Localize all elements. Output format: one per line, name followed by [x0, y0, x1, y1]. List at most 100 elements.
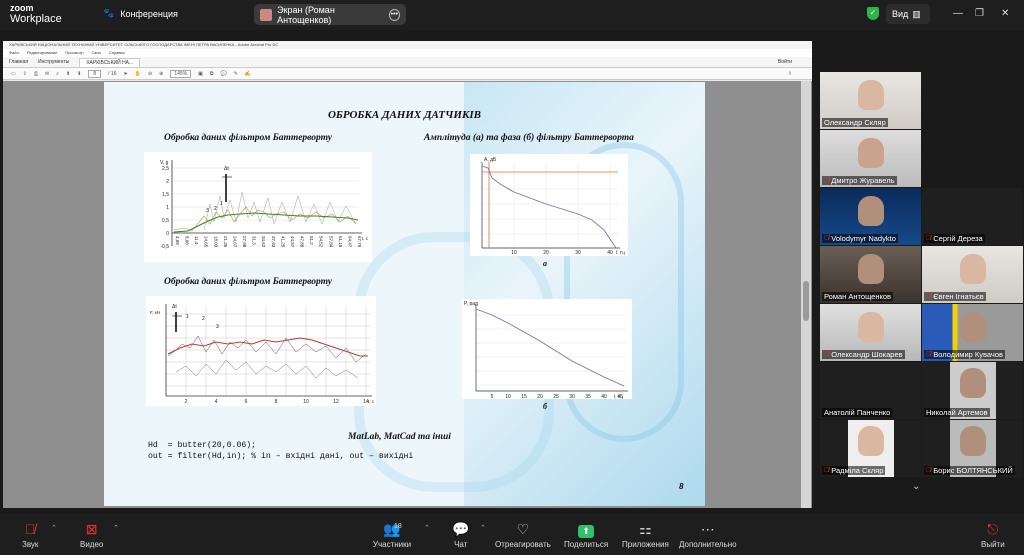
apps-label: Приложения — [622, 540, 669, 549]
zoom-out-icon[interactable]: ⊖ — [148, 71, 152, 77]
open-icon[interactable]: ▭ — [11, 71, 16, 77]
participants-caret-icon[interactable]: ⌃ — [424, 524, 430, 532]
chart-b-xtick: 40 — [601, 394, 607, 399]
chevron-down-icon[interactable]: ⌄ — [912, 481, 920, 492]
participants-button[interactable]: 👥 18 Участники — [372, 520, 412, 549]
crop-icon[interactable]: ⧉ — [210, 71, 214, 77]
chat-icon: 💬 — [452, 521, 470, 537]
participant-tile[interactable]: 🎙̸ Борис БОЛТЯНСЬКИЙ — [922, 420, 1023, 477]
cursor-icon[interactable]: ➤ — [124, 71, 128, 77]
chat-button[interactable]: 💬 Чат — [452, 520, 469, 549]
participant-tile[interactable]: 🎙̸ Радміла Скляр — [820, 420, 921, 477]
chart1-xtick: 64,47 — [347, 236, 352, 248]
participant-tile[interactable]: 🎙̸ Володимир Кувачов — [922, 304, 1023, 361]
leave-button[interactable]: ⎋ Выйти — [981, 520, 1005, 549]
participant-tile[interactable]: Анатолій Панченко — [820, 362, 921, 419]
top-bar: zoom Workplace 🐾 Конференция Экран (Рома… — [0, 0, 1024, 30]
menu-help[interactable]: Справка — [109, 49, 125, 57]
camera-off-icon: ⊠ — [85, 521, 98, 537]
chart2-annotation: Δt — [172, 304, 177, 310]
print-icon[interactable]: ⎙ — [34, 71, 38, 77]
upload-icon[interactable]: ⇪ — [23, 71, 27, 77]
mail-icon[interactable]: ✉ — [45, 71, 49, 77]
participant-tile[interactable]: 🎙̸ Дмитро Журавель — [820, 130, 921, 187]
menu-file[interactable]: Файл — [9, 49, 19, 57]
menu-edit[interactable]: Редактирование — [27, 49, 57, 57]
participant-tile[interactable]: Олександр Скляр — [820, 72, 921, 129]
page-number-input[interactable]: 8 — [88, 69, 102, 78]
prev-page-icon[interactable]: ⬆ — [66, 71, 70, 77]
security-shield-icon[interactable]: ✓ — [867, 7, 879, 20]
acrobat-title-bar: ХАРКІВСЬКИЙ НАЦІОНАЛЬНИЙ ТЕХНІЧНИЙ УНІВЕ… — [3, 41, 812, 49]
zoom-select[interactable]: 145% — [170, 69, 192, 78]
hand-icon[interactable]: ✋ — [135, 71, 141, 77]
chart-amplitude-a: A, дБ 10 20 30 40 f, Гц — [470, 154, 628, 256]
slide-title: ОБРОБКА ДАНИХ ДАТЧИКІВ — [327, 109, 482, 121]
participant-tile[interactable]: 🎙̸ Олександр Шокарев — [820, 304, 921, 361]
chart2-xtick: 10 — [303, 399, 309, 405]
video-button[interactable]: ⊠ Видео — [80, 520, 103, 549]
share-screen-button[interactable]: ⬆ Поделиться — [564, 520, 608, 549]
chat-label: Чат — [454, 540, 468, 549]
chart1-xtick: 41,25 — [280, 236, 285, 248]
participant-tile-active-speaker[interactable]: Роман Антощенков — [820, 246, 921, 303]
participant-name: Анатолій Панченко — [822, 408, 893, 417]
chat-caret-icon[interactable]: ⌃ — [480, 524, 486, 532]
fig-b-label: б — [543, 402, 547, 411]
minimize-icon[interactable]: — — [953, 8, 963, 19]
fit-icon[interactable]: ▣ — [198, 71, 203, 77]
tab-tools[interactable]: Инструменты — [38, 59, 69, 65]
share-doc-icon[interactable]: ⇧ — [788, 71, 792, 77]
audio-options-caret-icon[interactable]: ⌃ — [51, 524, 57, 532]
more-button[interactable]: ⋯ Дополнительно — [679, 520, 737, 549]
chart2-curve-label: 3 — [216, 324, 219, 330]
search-icon[interactable]: ⌕ — [56, 71, 59, 77]
chart-b-xtick: 30 — [569, 394, 575, 399]
tab-home[interactable]: Главная — [9, 59, 28, 65]
participant-tile[interactable]: 🎙̸ Євген Ігнатьєв — [922, 246, 1023, 303]
mic-muted-icon: 🎙̸ — [24, 521, 36, 537]
zoom-in-icon[interactable]: ⊕ — [159, 71, 163, 77]
participant-name: 🎙̸ Володимир Кувачов — [924, 350, 1005, 359]
view-button[interactable]: Вид ▥ — [886, 4, 930, 24]
sign-icon[interactable]: ✍ — [245, 71, 251, 77]
restore-icon[interactable]: ❐ — [975, 8, 984, 19]
participant-tile[interactable]: Николай Артемов — [922, 362, 1023, 419]
more-options-icon[interactable]: ••• — [388, 8, 400, 21]
screen-share-indicator[interactable]: Экран (Роман Антощенков) ••• — [254, 4, 406, 25]
next-page-icon[interactable]: ⬇ — [77, 71, 81, 77]
share-label: Поделиться — [564, 540, 609, 549]
vertical-scrollbar[interactable] — [801, 81, 811, 508]
close-icon[interactable]: ✕ — [1001, 8, 1009, 19]
react-button[interactable]: ♡ Отреагировать — [495, 520, 551, 549]
meeting-info-button[interactable]: 🐾 Конференция — [103, 8, 178, 19]
chart-a-xtick: 40 — [607, 250, 613, 256]
mic-muted-icon: 🎙̸ — [824, 235, 830, 242]
chart2-xtick: 2 — [185, 399, 188, 405]
menu-view[interactable]: Просмотр — [65, 49, 83, 57]
apps-button[interactable]: ⚏ Приложения — [622, 520, 669, 549]
tab-document[interactable]: ХАРКІВСЬКИЙ НА... — [79, 57, 141, 67]
participant-tile[interactable]: 🎙̸ Volodymyr Nadykto — [820, 188, 921, 245]
audio-button[interactable]: 🎙̸ Звук — [22, 520, 38, 549]
participant-tile[interactable]: 🎙̸ Сергій Дереза — [922, 188, 1023, 245]
pen-icon[interactable]: ✎ — [234, 71, 238, 77]
acrobat-menu-bar: Файл Редактирование Просмотр Окно Справк… — [3, 49, 812, 57]
video-options-caret-icon[interactable]: ⌃ — [113, 524, 119, 532]
mic-muted-icon: 🎙̸ — [926, 293, 932, 300]
chart-signal-filtered: V, g 2,5 2 1,5 1 0,5 0 -0,5 4,68 8,08 11,4… — [144, 152, 372, 262]
participants-label: Участники — [372, 540, 412, 549]
signin-link[interactable]: Войти — [778, 59, 792, 65]
comment-icon[interactable]: 💬 — [220, 71, 226, 77]
participant-name-text: Роман Антощенков — [824, 292, 891, 301]
participant-name: 🎙̸ Борис БОЛТЯНСЬКИЙ — [924, 466, 1015, 475]
code-line-2: out = filter(Hd,in); % in – вхідні дані,… — [148, 452, 414, 461]
menu-window[interactable]: Окно — [92, 49, 101, 57]
react-label: Отреагировать — [495, 540, 551, 549]
participant-name-text: Борис БОЛТЯНСЬКИЙ — [933, 466, 1013, 475]
left-top-title: Обробка даних фільтром Баттерворту — [164, 133, 333, 143]
paw-icon: 🐾 — [103, 8, 115, 18]
chart1-xtick: 34,62 — [261, 236, 266, 248]
chart-b-xtick: 5 — [491, 394, 494, 399]
apps-icon: ⚏ — [639, 521, 652, 537]
